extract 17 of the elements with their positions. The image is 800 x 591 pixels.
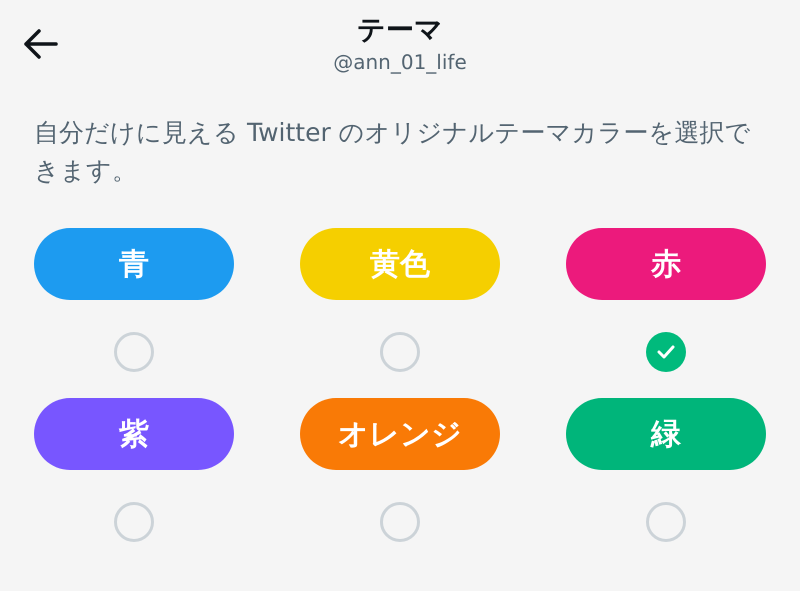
checked-radio-button[interactable] xyxy=(646,332,686,372)
theme-color-button[interactable]: 赤 xyxy=(566,228,766,300)
radio-button[interactable] xyxy=(646,502,686,542)
radio-button[interactable] xyxy=(380,332,420,372)
theme-color-button[interactable]: 緑 xyxy=(566,398,766,470)
radio-button[interactable] xyxy=(114,332,154,372)
theme-color-button[interactable]: オレンジ xyxy=(300,398,500,470)
page-title: テーマ xyxy=(357,12,443,48)
username: @ann_01_life xyxy=(333,49,467,76)
back-arrow-icon xyxy=(22,28,58,60)
description-text: 自分だけに見える Twitter のオリジナルテーマカラーを選択できます。 xyxy=(34,117,752,187)
radio-button[interactable] xyxy=(114,502,154,542)
theme-color-button[interactable]: 黄色 xyxy=(300,228,500,300)
radio-button[interactable] xyxy=(380,502,420,542)
theme-color-button[interactable]: 紫 xyxy=(34,398,234,470)
theme-color-button[interactable]: 青 xyxy=(34,228,234,300)
checkmark-icon xyxy=(657,345,675,359)
